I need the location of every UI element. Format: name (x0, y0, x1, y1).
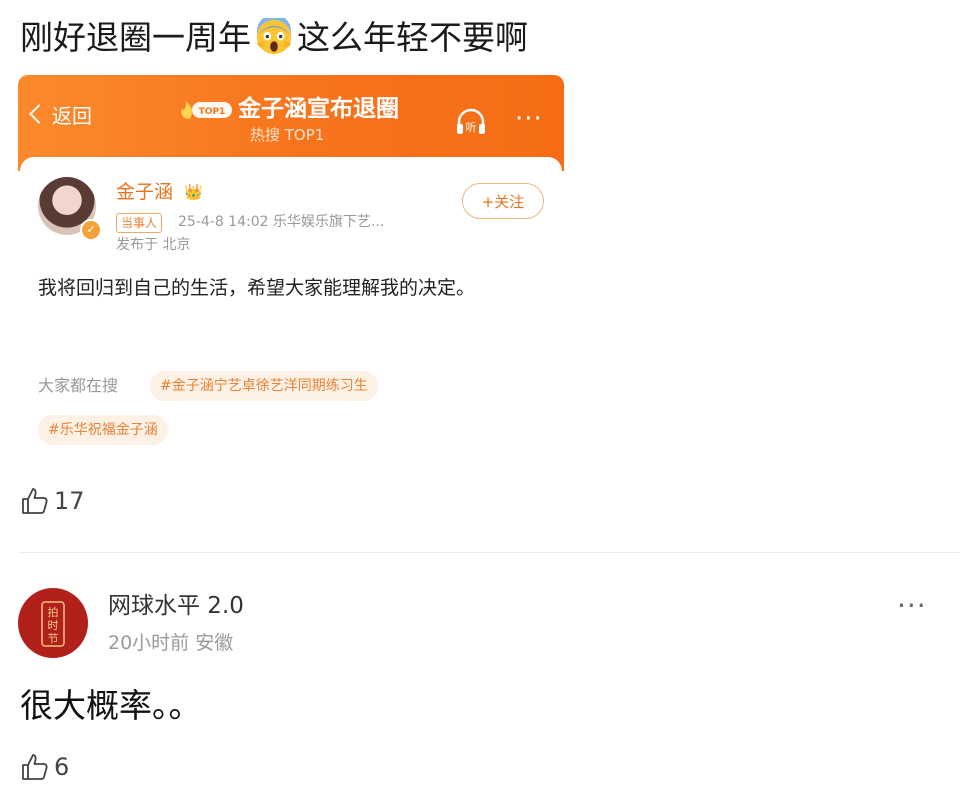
post-meta: 25-4-8 14:02 乐华娱乐旗下艺... (178, 214, 385, 230)
screaming-face-icon (256, 18, 292, 55)
weibo-post: ✓ 金子涵 👑 当事人 25-4-8 14:02 乐华娱乐旗下艺... 发布于 … (20, 157, 562, 473)
top-badge-text: TOP1 (199, 107, 226, 117)
follow-button: +关注 (462, 183, 544, 219)
like-count: 6 (54, 753, 70, 781)
more-options-icon[interactable]: ··· (897, 592, 927, 620)
avatar-char: 时 (48, 619, 59, 632)
comment-meta: 20小时前 安徽 (108, 632, 234, 654)
hot-search-screenshot: 返回 TOP1 金子涵宣布退圈 热搜 TOP1 听 ··· ✓ 金子涵 👑 当事… (18, 75, 564, 475)
listen-label: 听 (466, 121, 477, 134)
avatar-char: 节 (48, 632, 59, 645)
back-label: 返回 (52, 104, 92, 128)
divider (18, 552, 960, 553)
hot-flame-badge-icon: TOP1 (181, 101, 232, 119)
back-button: 返回 (29, 101, 92, 131)
hashtag: #乐华祝福金子涵 (38, 415, 168, 445)
headphones-icon: 听 (457, 108, 485, 134)
like-button[interactable]: 6 (20, 752, 69, 784)
post-text: 我将回归到自己的生活，希望大家能理解我的决定。 (38, 277, 476, 299)
chevron-left-icon (29, 104, 49, 124)
comment-text-part1: 刚好退圈一周年 (20, 18, 251, 57)
avatar-seal-icon: 拍 时 节 (41, 601, 65, 647)
comment-text: 刚好退圈一周年 这么年轻不要啊 (20, 16, 528, 60)
party-tag: 当事人 (116, 213, 163, 233)
avatar-char: 拍 (48, 605, 59, 619)
avatar[interactable]: 拍 时 节 (18, 588, 88, 658)
thumbs-up-icon (22, 488, 48, 514)
search-label: 大家都在搜 (38, 376, 119, 395)
hashtag: #金子涵宁艺卓徐艺洋同期练习生 (150, 371, 378, 401)
like-count: 17 (54, 487, 85, 515)
comment-text-part2: 这么年轻不要啊 (297, 18, 528, 57)
topic-subtitle: 热搜 TOP1 (250, 126, 325, 144)
post-location: 发布于 北京 (116, 237, 191, 253)
verified-badge-icon: ✓ (80, 219, 102, 241)
comment-username[interactable]: 网球水平 2.0 (108, 590, 244, 622)
post-username: 金子涵 (116, 181, 174, 203)
like-button[interactable]: 17 (20, 486, 85, 518)
reply-text: 很大概率。。 (20, 686, 202, 725)
more-icon: ··· (515, 104, 543, 134)
thumbs-up-icon (22, 754, 48, 780)
topic-title: 金子涵宣布退圈 (238, 96, 399, 122)
crown-icon: 👑 (184, 183, 203, 201)
